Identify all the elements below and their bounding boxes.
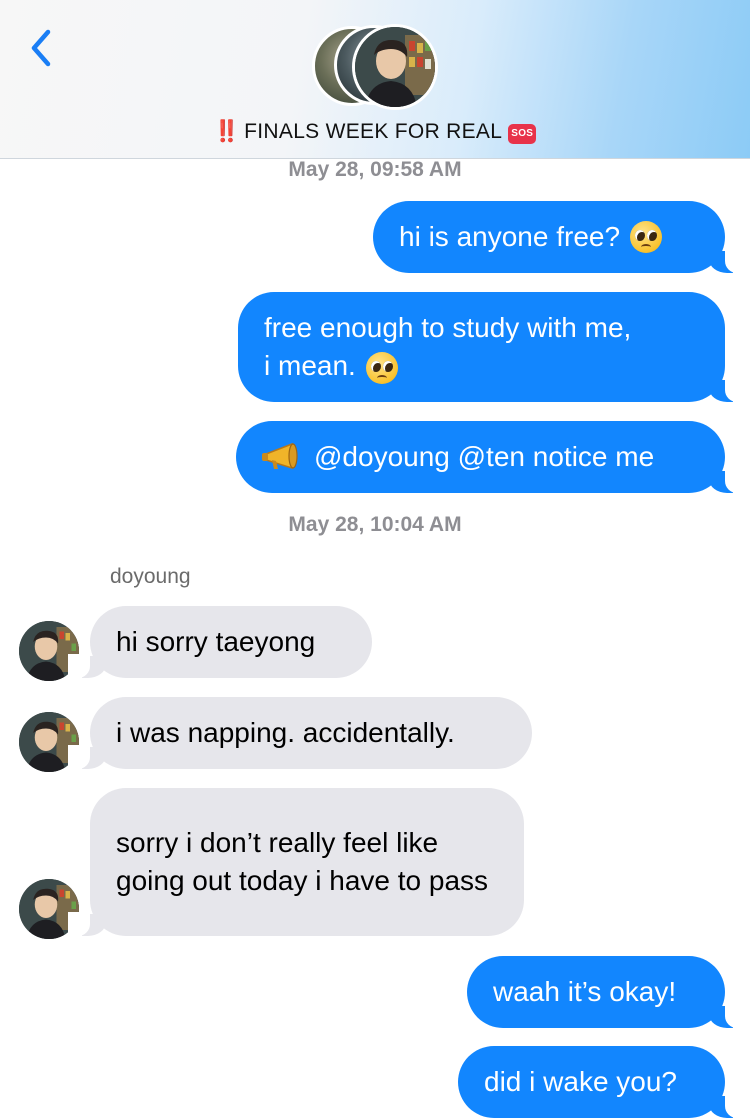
chevron-left-icon <box>31 29 51 67</box>
incoming-message[interactable]: sorry i don’t really feel like going out… <box>68 788 524 936</box>
pleading-face-icon <box>365 351 398 384</box>
message-text: waah it’s okay! <box>493 976 677 1007</box>
outgoing-message[interactable]: hi is anyone free? <box>373 201 747 273</box>
megaphone-icon <box>262 442 298 470</box>
message-text: sorry i don’t really feel like going out… <box>116 827 489 896</box>
outgoing-message[interactable]: did i wake you? <box>458 1046 747 1118</box>
sos-badge: SOS <box>508 124 537 144</box>
pleading-face-icon <box>630 221 663 253</box>
message-text-content: free enough to study with me, i mean. <box>264 312 632 381</box>
outgoing-message[interactable]: free enough to study with me, i mean. <box>238 292 747 402</box>
outgoing-message[interactable]: @doyoung @ten notice me <box>236 421 747 493</box>
incoming-message[interactable]: i was napping. accidentally. <box>68 697 532 769</box>
group-avatar-stack[interactable] <box>312 24 442 110</box>
double-exclamation-icon: ‼️ <box>213 120 241 143</box>
message-text: hi is anyone free? <box>399 221 621 252</box>
group-title[interactable]: ‼️ FINALS WEEK FOR REAL SOS <box>0 120 750 144</box>
message-text: @doyoung @ten notice me <box>314 441 655 472</box>
message-text: free enough to study with me, i mean. <box>264 309 631 385</box>
incoming-message[interactable]: hi sorry taeyong <box>68 606 372 678</box>
group-avatar <box>352 24 438 110</box>
outgoing-message[interactable]: waah it’s okay! <box>467 956 747 1028</box>
group-title-text: FINALS WEEK FOR REAL <box>244 120 503 143</box>
sender-name: doyoung <box>110 565 191 588</box>
timestamp: May 28, 10:04 AM <box>288 513 462 536</box>
conversation-header: ‼️ FINALS WEEK FOR REAL SOS <box>0 0 750 159</box>
message-text: i was napping. accidentally. <box>116 717 455 748</box>
back-button[interactable] <box>22 22 62 74</box>
timestamp: May 28, 09:58 AM <box>288 158 462 181</box>
message-text: hi sorry taeyong <box>116 626 316 657</box>
message-text: did i wake you? <box>484 1066 678 1097</box>
